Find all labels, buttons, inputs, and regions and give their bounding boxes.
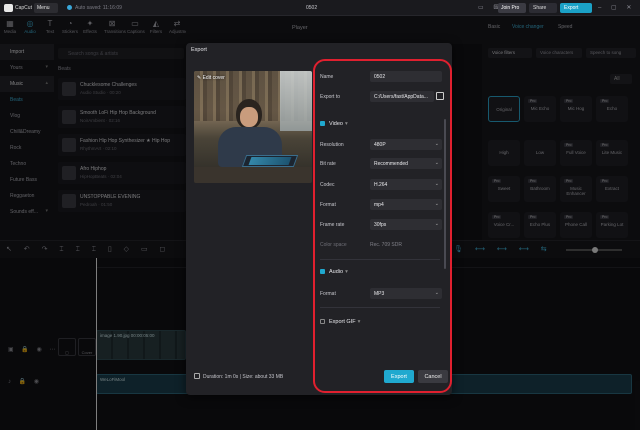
autosave-text: Auto saved: 11:16:09: [75, 5, 122, 11]
share-button[interactable]: Share: [529, 3, 557, 13]
framerate-label: Frame rate: [320, 222, 345, 228]
framerate-select[interactable]: 30fps ⌄: [370, 219, 442, 230]
bitrate-select[interactable]: Recommended ⌄: [370, 158, 442, 169]
name-input[interactable]: 0502: [370, 71, 442, 82]
gif-section-header[interactable]: Export GIF ▾: [320, 319, 360, 325]
audio-format-select[interactable]: MP3 ⌄: [370, 288, 442, 299]
autosave-status: Auto saved: 11:16:09: [67, 5, 122, 11]
window-controls[interactable]: – ▢ ✕: [598, 4, 635, 11]
audio-section-label: Audio: [329, 269, 344, 275]
chevron-down-icon: ⌄: [434, 160, 439, 166]
folder-icon[interactable]: [436, 92, 444, 100]
audio-section-header[interactable]: Audio ▾: [320, 269, 348, 275]
framerate-row: Frame rate 30fps ⌄: [320, 219, 444, 231]
video-section-label: Video: [329, 121, 343, 127]
chevron-down-icon: ⌄: [434, 201, 439, 207]
video-section-header[interactable]: Video ▾: [320, 121, 348, 127]
gif-section-label: Export GIF: [329, 319, 356, 325]
cover-face: [240, 107, 258, 127]
export-dialog: Export ✎ Edit cover Duration: 1m 0s | Si…: [186, 43, 452, 395]
framerate-value: 30fps: [374, 222, 387, 228]
codec-label: Codec: [320, 182, 335, 188]
resolution-select[interactable]: 480P ⌄: [370, 139, 442, 150]
menu-button[interactable]: Menu: [34, 3, 58, 13]
edit-cover-label: Edit cover: [202, 75, 225, 81]
format-value: mp4: [374, 202, 384, 208]
export-to-label: Export to: [320, 94, 341, 100]
audio-format-label: Format: [320, 291, 336, 297]
section-divider: [320, 307, 440, 308]
chevron-down-icon: ▾: [345, 269, 348, 275]
chevron-down-icon: ⌄: [434, 290, 439, 296]
duration-text: Duration: 1m 0s | Size: about 33 MB: [203, 374, 284, 380]
resolution-value: 480P: [374, 142, 386, 148]
chevron-down-icon: ⌄: [434, 221, 439, 227]
chevron-down-icon: ▾: [357, 319, 361, 325]
export-to-row: Export to C:/Users/fast/AppData...: [320, 91, 444, 103]
resolution-row: Resolution 480P ⌄: [320, 139, 444, 151]
cancel-button[interactable]: Cancel: [418, 370, 448, 383]
colorspace-label: Color space: [320, 242, 347, 248]
bitrate-value: Recommended: [374, 161, 408, 167]
cover-thumbnail[interactable]: ✎ Edit cover: [194, 71, 312, 183]
gif-checkbox[interactable]: [320, 319, 325, 324]
dialog-title: Export: [191, 47, 207, 53]
codec-select[interactable]: H.264 ⌄: [370, 179, 442, 190]
cover-window: [280, 71, 312, 131]
export-settings: Name 0502 Export to C:/Users/fast/AppDat…: [316, 59, 446, 389]
chevron-down-icon: ⌄: [434, 181, 439, 187]
video-checkbox[interactable]: [320, 121, 325, 126]
app-name: CapCut: [15, 5, 32, 11]
codec-value: H.264: [374, 182, 388, 188]
duration-info: Duration: 1m 0s | Size: about 33 MB: [194, 373, 283, 380]
audio-format-value: MP3: [374, 291, 385, 297]
document-title: 0502: [306, 5, 318, 11]
section-divider: [320, 259, 440, 260]
chevron-down-icon: ▾: [344, 121, 348, 127]
export-top-button[interactable]: Export: [560, 3, 592, 13]
name-label: Name: [320, 74, 334, 80]
file-icon: [194, 373, 200, 379]
autosave-dot-icon: [67, 5, 72, 10]
top-bar: CapCut Menu Auto saved: 11:16:09 0502 ▭ …: [0, 0, 640, 16]
chevron-down-icon: ⌄: [434, 141, 439, 147]
codec-row: Codec H.264 ⌄: [320, 179, 444, 191]
bitrate-row: Bit rate Recommended ⌄: [320, 158, 444, 170]
join-pro-button[interactable]: Join Pro: [498, 3, 526, 13]
resolution-label: Resolution: [320, 142, 344, 148]
bitrate-label: Bit rate: [320, 161, 336, 167]
audio-format-row: Format MP3 ⌄: [320, 288, 444, 300]
edit-cover-button[interactable]: ✎ Edit cover: [197, 75, 225, 81]
colorspace-row: Color space Rec. 709 SDR: [320, 239, 444, 251]
colorspace-value: Rec. 709 SDR: [370, 242, 402, 248]
cover-desk: [194, 167, 312, 183]
audio-checkbox[interactable]: [320, 269, 325, 274]
name-row: Name 0502: [320, 71, 444, 83]
format-select[interactable]: mp4 ⌄: [370, 199, 442, 210]
format-row: Format mp4 ⌄: [320, 199, 444, 211]
cover-tablet-screen: [248, 157, 292, 165]
export-button[interactable]: Export: [384, 370, 414, 383]
export-path-input[interactable]: C:/Users/fast/AppData...: [370, 91, 434, 102]
capcut-logo-icon: [4, 4, 13, 12]
format-label: Format: [320, 202, 336, 208]
settings-scrollbar[interactable]: [444, 119, 446, 269]
